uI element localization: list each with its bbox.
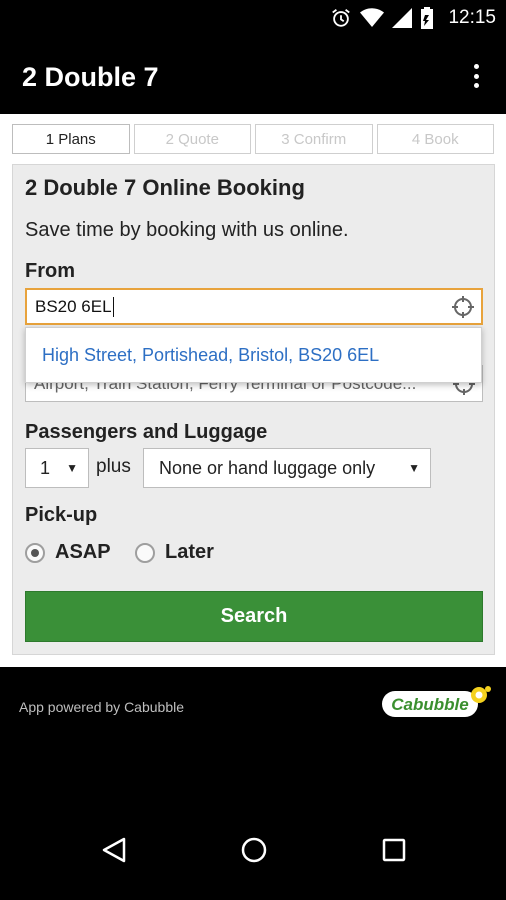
step-quote[interactable]: 2 Quote [133,124,251,154]
pickup-asap-label: ASAP [55,541,111,563]
step-plans[interactable]: 1 Plans [12,124,130,154]
booking-subtitle: Save time by booking with us online. [25,219,349,241]
main-content: 1 Plans 2 Quote 3 Confirm 4 Book 2 Doubl… [0,114,506,667]
app-bar: 2 Double 7 [0,36,506,114]
pickup-asap-radio[interactable]: ASAP [25,541,111,564]
wifi-icon [360,8,385,27]
navigation-bar [0,745,506,900]
booking-title: 2 Double 7 Online Booking [25,175,305,200]
plus-text: plus [96,456,131,477]
alarm-icon [332,9,351,27]
locate-icon[interactable] [451,295,475,319]
pickup-later-label: Later [165,541,214,563]
back-icon[interactable] [100,836,128,864]
booking-steps: 1 Plans 2 Quote 3 Confirm 4 Book [12,124,494,154]
passengers-value: 1 [40,457,51,478]
overflow-menu-icon[interactable] [468,62,484,90]
dropdown-arrow-icon: ▼ [408,461,420,475]
passengers-select[interactable]: 1 ▼ [25,448,89,488]
passengers-label: Passengers and Luggage [25,421,268,443]
step-book[interactable]: 4 Book [376,124,494,154]
radio-unchecked-icon [135,542,155,563]
status-time: 12:15 [448,7,496,28]
from-input[interactable]: BS20 6EL [25,288,483,325]
search-button[interactable]: Search [25,591,483,642]
address-suggestion[interactable]: High Street, Portishead, Bristol, BS20 6… [25,327,482,383]
from-label: From [25,260,75,282]
home-icon[interactable] [240,836,268,864]
cabubble-logo[interactable]: Cabubble [380,685,492,721]
radio-checked-icon [25,542,45,563]
app-title: 2 Double 7 [22,62,159,92]
battery-icon [421,7,434,29]
powered-by-text: App powered by Cabubble [19,699,185,715]
luggage-value: None or hand luggage only [159,457,376,478]
pickup-label: Pick-up [25,504,98,526]
from-input-value: BS20 6EL [35,296,112,316]
recent-apps-icon[interactable] [381,837,407,863]
status-icons: 12:15 [330,6,496,30]
step-confirm[interactable]: 3 Confirm [255,124,373,154]
footer: App powered by Cabubble Cabubble [0,667,506,745]
dropdown-arrow-icon: ▼ [66,461,78,475]
status-bar: 12:15 [0,0,506,36]
pickup-later-radio[interactable]: Later [135,541,214,564]
booking-card: 2 Double 7 Online Booking Save time by b… [12,164,495,655]
signal-icon [392,8,413,28]
logo-text: Cabubble [391,695,468,714]
luggage-select[interactable]: None or hand luggage only ▼ [143,448,431,488]
